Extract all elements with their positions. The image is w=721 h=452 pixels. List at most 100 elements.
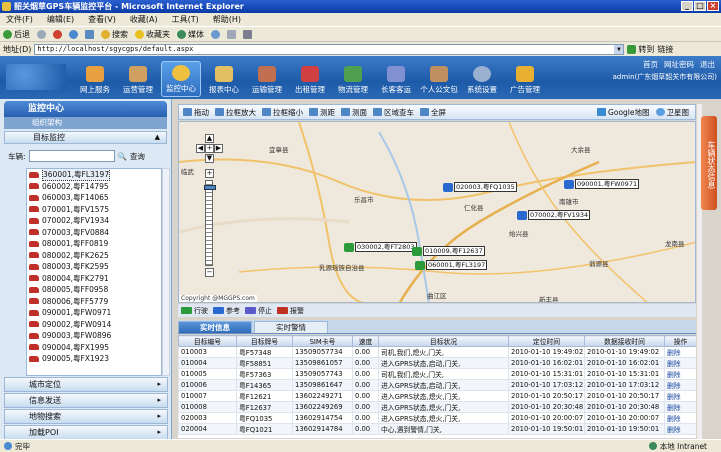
fullscreen-tool[interactable]: 全屏 [420,107,446,118]
menu-favorites[interactable]: 收藏(A) [130,14,158,25]
delete-link[interactable]: 删除 [664,368,696,380]
vehicle-list-item[interactable]: 080001,粤FF0819 [27,238,161,250]
vehicle-list-item[interactable]: 070002,粤FV1934 [27,215,161,227]
vehicle-list-item[interactable]: 080002,粤FK2625 [27,250,161,262]
tab-realtime-info[interactable]: 实时信息 [178,321,252,333]
nav-ads[interactable]: 广告管理 [505,61,545,97]
favorites-button[interactable]: 收藏夹 [135,29,170,40]
load-poi-section[interactable]: 加载POI ▸ [4,425,168,440]
column-header[interactable]: 目标牌号 [236,335,293,347]
zoom-out-box-tool[interactable]: 拉框缩小 [262,107,303,118]
vehicle-list-item[interactable]: 060003,粤F14065 [27,192,161,204]
table-row[interactable]: 020004 粤FQ1021 13602914784 0.00 中心,遇到警情,门关, 2… [178,423,696,435]
vehicle-list-item[interactable]: 090004,粤FX1995 [27,342,161,354]
column-header[interactable]: 定位时间 [508,335,585,347]
vehicle-list-item[interactable]: 070003,粤FV0884 [27,227,161,239]
delete-link[interactable]: 删除 [664,379,696,391]
target-monitor-section[interactable]: 目标监控 ▲ [4,131,167,144]
query-button[interactable]: 查询 [130,151,145,162]
vehicle-list-item[interactable]: 080004,粤FK2791 [27,273,161,285]
nav-online-service[interactable]: 网上服务 [75,61,115,97]
nav-logistics[interactable]: 物流管理 [333,61,373,97]
pan-down-button[interactable]: ▼ [205,154,214,163]
delete-link[interactable]: 删除 [664,390,696,402]
nav-briefcase[interactable]: 个人公文包 [419,61,459,97]
menu-file[interactable]: 文件(F) [6,14,33,25]
pan-right-button[interactable]: ▶ [214,144,223,153]
vehicle-list-item[interactable]: 080006,粤FF5779 [27,296,161,308]
pan-tool[interactable]: 拖动 [183,107,209,118]
nav-rental[interactable]: 出租管理 [290,61,330,97]
zoom-in-box-tool[interactable]: 拉框放大 [215,107,256,118]
menu-help[interactable]: 帮助(H) [213,14,241,25]
table-row[interactable]: 010008 粤F12637 13602249269 0.00 进入GPRS状态,熄火,… [178,401,696,413]
nav-reports[interactable]: 报表中心 [204,61,244,97]
delete-link[interactable]: 删除 [664,357,696,369]
close-button[interactable]: × [707,1,719,11]
maximize-button[interactable]: □ [694,1,706,11]
send-message-section[interactable]: 信息发送 ▸ [4,393,168,408]
city-locate-section[interactable]: 城市定位 ▸ [4,377,168,392]
vehicle-list-item[interactable]: 090001,粤FW0971 [27,307,161,319]
zoom-slider[interactable] [204,180,216,266]
org-structure-link[interactable]: 组织架构 [4,117,167,129]
vehicle-list-item[interactable]: 080003,粤FK2595 [27,261,161,273]
poi-search-section[interactable]: 地物搜索 ▸ [4,409,168,424]
table-row[interactable]: 020003 粤FQ1035 13602914754 0.00 进入GPRS状态,熄火,… [178,412,696,424]
pan-center-button[interactable]: + [205,144,214,153]
vehicle-list-item[interactable]: 090005,粤FX1923 [27,353,161,365]
tab-realtime-alarm[interactable]: 实时警情 [254,321,328,333]
measure-area-tool[interactable]: 测面 [341,107,367,118]
column-header[interactable]: 目标编号 [178,335,237,347]
vehicle-marker[interactable]: 030002,粤FT2803 [344,242,417,252]
zoom-in-button[interactable]: + [205,169,214,178]
forward-button[interactable] [37,29,46,39]
media-button[interactable]: 媒体 [177,29,204,40]
column-header[interactable]: 目标状况 [378,335,509,347]
satellite-button[interactable]: 卫星图 [655,107,689,118]
zoom-slider-thumb[interactable] [204,185,216,190]
nav-operations[interactable]: 运营管理 [118,61,158,97]
nav-transport[interactable]: 运输管理 [247,61,287,97]
column-header[interactable]: 操作 [664,335,696,347]
vehicle-list-item[interactable]: 070001,粤FV1575 [27,204,161,216]
google-map-button[interactable]: Google地图 [597,107,650,118]
mail-button[interactable] [227,29,236,39]
links-button[interactable]: 链接 [657,44,673,55]
measure-distance-tool[interactable]: 测距 [309,107,335,118]
menu-view[interactable]: 查看(V) [88,14,116,25]
delete-link[interactable]: 删除 [664,346,696,358]
vehicle-marker[interactable]: 060001,粤FL3197 [415,260,488,270]
menu-edit[interactable]: 编辑(E) [47,14,74,25]
zoom-out-button[interactable]: − [205,268,214,277]
go-button[interactable]: 转到 [627,44,654,55]
minimize-button[interactable]: _ [681,1,693,11]
vehicle-list-item[interactable]: 060002,粤F14795 [27,181,161,193]
refresh-button[interactable] [69,29,78,39]
password-link[interactable]: 网址密码 [664,59,694,70]
nav-monitor-center[interactable]: 监控中心 [161,61,201,97]
column-header[interactable]: SIM卡号 [292,335,353,347]
vehicle-marker[interactable]: 070002,粤FV1934 [517,210,591,220]
pan-left-button[interactable]: ◀ [196,144,205,153]
address-input[interactable]: http://localhost/sgycgps/default.aspx ▼ [34,43,625,55]
logout-link[interactable]: 退出 [700,59,715,70]
table-row[interactable]: 010003 粤F57348 13509057734 0.00 司机,我们,熄火,门关,… [178,346,696,358]
table-row[interactable]: 010007 粤F12621 13602249271 0.00 进入GPRS状态,熄火,… [178,390,696,402]
delete-link[interactable]: 删除 [664,412,696,424]
home-button[interactable] [85,29,94,39]
vehicle-list-item[interactable]: 090002,粤FW0914 [27,319,161,331]
menu-tools[interactable]: 工具(T) [172,14,199,25]
home-link[interactable]: 首页 [643,59,658,70]
stop-button[interactable] [53,29,62,39]
map-view[interactable]: 宜章县 临武 乐昌市 仁化县 始兴县 南雄市 大余县 乳源瑶族自治县 曲江区 翁… [178,121,696,303]
history-button[interactable] [211,29,220,39]
vehicle-marker[interactable]: 020003,粤FQ1035 [443,182,517,192]
table-row[interactable]: 010006 粤F14365 13509861647 0.00 进入GPRS状态,启动,… [178,379,696,391]
delete-link[interactable]: 删除 [664,423,696,435]
table-row[interactable]: 010004 粤F58851 13509861057 0.00 进入GPRS状态,启动,… [178,357,696,369]
vehicle-search-input[interactable] [28,150,115,162]
vehicle-list-scrollbar[interactable] [162,168,170,376]
area-vehicle-search-tool[interactable]: 区域查车 [373,107,414,118]
back-button[interactable]: 后退 [3,29,30,40]
